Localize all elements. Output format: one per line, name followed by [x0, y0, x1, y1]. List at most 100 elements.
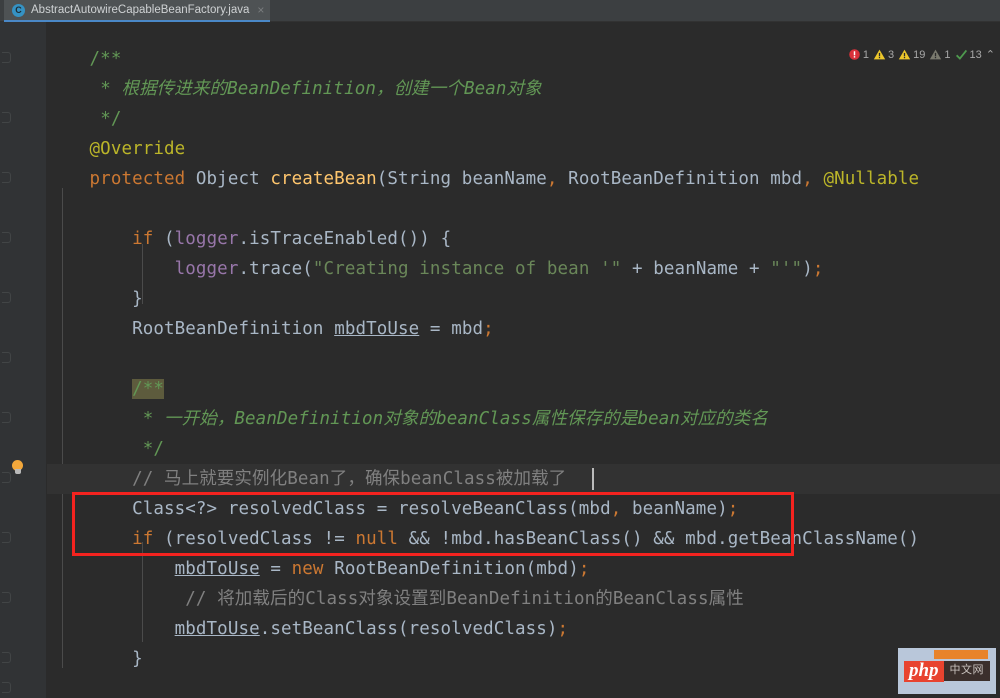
typo-count: 13 [969, 48, 982, 61]
code-token: "'" [770, 259, 803, 279]
php-watermark: php 中文网 [898, 648, 996, 694]
code-token: mbdToUse [334, 319, 420, 339]
code-token: * [142, 409, 165, 429]
code-token: * [100, 79, 122, 99]
php-logo-text: php [903, 649, 988, 682]
code-token: if [132, 529, 165, 549]
editor-tab-AbstractAutowireCapableBeanFactory[interactable]: C AbstractAutowireCapableBeanFactory.jav… [4, 0, 271, 22]
editor-gutter[interactable] [0, 22, 46, 698]
warning-icon [930, 49, 942, 60]
watermark-label: 中文网 [943, 661, 991, 681]
weak-warning-group[interactable]: 19 [898, 48, 925, 61]
code-line[interactable]: protected Object createBean(String beanN… [47, 164, 1000, 194]
code-token: } [132, 649, 143, 669]
code-token: } [132, 289, 143, 309]
code-token: null [355, 529, 399, 549]
code-token: createBean [270, 169, 377, 189]
code-line[interactable]: @Override [47, 134, 1000, 164]
intention-bulb-icon[interactable] [10, 460, 25, 477]
error-icon [849, 49, 860, 60]
code-token: ; [578, 559, 590, 579]
close-icon[interactable]: × [255, 4, 264, 16]
code-token: mbdToUse [174, 559, 260, 579]
chevron-up-icon[interactable]: ⌃ [986, 48, 995, 61]
code-token: // 马上就要实例化Bean了，确保beanClass被加载了 [132, 469, 567, 489]
code-fold-icon[interactable] [2, 52, 11, 63]
code-fold-icon[interactable] [2, 652, 11, 663]
code-fold-icon[interactable] [2, 352, 11, 363]
code-line[interactable] [47, 194, 1000, 224]
code-token: */ [142, 439, 165, 459]
code-fold-icon[interactable] [2, 232, 11, 243]
editor-tab-label: AbstractAutowireCapableBeanFactory.java [31, 4, 250, 16]
code-token: (String beanName [376, 169, 547, 189]
code-token: ( [164, 229, 175, 249]
error-group[interactable]: 1 [848, 48, 869, 61]
code-token: RootBeanDefinition mbd [557, 169, 803, 189]
code-line[interactable]: /** [47, 374, 1000, 404]
code-fold-icon[interactable] [2, 532, 11, 543]
code-token: RootBeanDefinition(mbd) [334, 559, 579, 579]
code-line[interactable]: * 一开始，BeanDefinition对象的beanClass属性保存的是be… [47, 404, 1000, 434]
code-line[interactable]: RootBeanDefinition mbdToUse = mbd; [47, 314, 1000, 344]
code-line[interactable]: * 根据传进来的BeanDefinition，创建一个Bean对象 [47, 74, 1000, 104]
code-editor[interactable]: /** * 根据传进来的BeanDefinition，创建一个Bean对象 */… [0, 22, 1000, 698]
code-token: ; [557, 619, 569, 639]
typo-group[interactable]: 13 [955, 48, 982, 61]
grey-warning-group[interactable]: 1 [929, 48, 951, 61]
code-token: = mbd [419, 319, 484, 339]
code-token: , [802, 169, 813, 189]
code-line[interactable]: mbdToUse = new RootBeanDefinition(mbd); [47, 554, 1000, 584]
code-line[interactable]: if (resolvedClass != null && !mbd.hasBea… [47, 524, 1000, 554]
text-caret [592, 468, 594, 490]
code-token: logger [174, 229, 239, 249]
code-token: beanName) [621, 499, 728, 519]
code-token: .isTraceEnabled()) { [238, 229, 452, 249]
code-line[interactable]: mbdToUse.setBeanClass(resolvedClass); [47, 614, 1000, 644]
code-fold-icon[interactable] [2, 412, 11, 423]
code-token: @Nullable [823, 169, 920, 189]
code-token: Object [195, 169, 271, 189]
code-line[interactable]: if (logger.isTraceEnabled()) { [47, 224, 1000, 254]
warning-count: 3 [888, 48, 895, 61]
code-line[interactable]: } [47, 284, 1000, 314]
code-token: Class<?> resolvedClass = resolveBeanClas… [132, 499, 611, 519]
code-token: && !mbd.hasBeanClass() && mbd.getBeanCla… [398, 529, 920, 549]
code-line[interactable]: */ [47, 434, 1000, 464]
code-token: protected [89, 169, 196, 189]
code-fold-icon[interactable] [2, 112, 11, 123]
code-fold-icon[interactable] [2, 172, 11, 183]
code-fold-icon[interactable] [2, 292, 11, 303]
code-token: */ [100, 109, 122, 129]
code-fold-icon[interactable] [2, 592, 11, 603]
code-line[interactable] [47, 344, 1000, 374]
code-line[interactable]: } [47, 644, 1000, 674]
code-line[interactable]: Class<?> resolvedClass = resolveBeanClas… [47, 494, 1000, 524]
code-content[interactable]: /** * 根据传进来的BeanDefinition，创建一个Bean对象 */… [47, 22, 1000, 698]
inspection-widget[interactable]: 1 3 19 1 13 ⌃ [848, 48, 995, 61]
code-fold-icon[interactable] [2, 682, 11, 693]
code-line[interactable]: logger.trace("Creating instance of bean … [47, 254, 1000, 284]
code-line[interactable]: // 将加载后的Class对象设置到BeanDefinition的BeanCla… [47, 584, 1000, 614]
warning-group[interactable]: 3 [873, 48, 894, 61]
code-token: , [610, 499, 622, 519]
check-icon [955, 49, 967, 60]
warning-icon [873, 49, 886, 60]
code-token: ) [802, 259, 813, 279]
code-line[interactable]: */ [47, 104, 1000, 134]
code-line[interactable]: // 马上就要实例化Bean了，确保beanClass被加载了 [47, 464, 1000, 494]
